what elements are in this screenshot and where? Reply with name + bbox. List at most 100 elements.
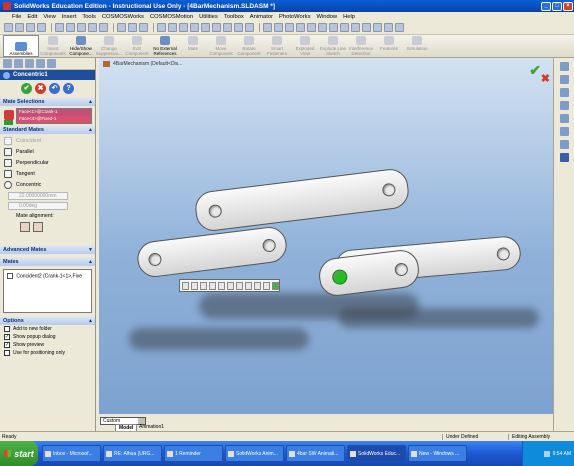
menu-animator[interactable]: Animator xyxy=(250,14,273,20)
open-icon[interactable] xyxy=(15,23,24,32)
checkbox[interactable] xyxy=(4,326,10,332)
cosmos-manager-tab-icon[interactable] xyxy=(36,59,45,68)
start-button[interactable]: start xyxy=(0,441,38,466)
checkbox-checked[interactable]: ✓ xyxy=(4,334,10,340)
configuration-manager-tab-icon[interactable] xyxy=(25,59,34,68)
photoworks-icon[interactable] xyxy=(329,23,338,32)
menu-utilities[interactable]: Utilities xyxy=(199,14,218,20)
simulation-button[interactable]: Simulation xyxy=(403,35,431,57)
flyout-feature-tree[interactable]: 4BarMechanism (Default<Dis... xyxy=(103,61,182,67)
property-manager-tab-icon[interactable] xyxy=(14,59,23,68)
checkbox[interactable] xyxy=(4,350,10,356)
tray-icon[interactable] xyxy=(543,450,550,457)
tab-animation1[interactable]: Animation1 xyxy=(139,424,164,430)
exploded-view-button[interactable]: Exploded View xyxy=(291,35,319,57)
options-header[interactable]: Options ▲ xyxy=(0,317,95,325)
crank-part[interactable] xyxy=(317,248,421,298)
material-icon[interactable] xyxy=(351,23,360,32)
save-icon[interactable] xyxy=(26,23,35,32)
checkbox-checked[interactable]: ✓ xyxy=(4,342,10,348)
rotate-view-icon[interactable] xyxy=(190,23,199,32)
popup-distance-icon[interactable] xyxy=(227,281,234,290)
mate-parallel[interactable]: Parallel xyxy=(4,146,95,157)
confirm-cancel-icon[interactable]: ✖ xyxy=(541,72,550,85)
animation-wizard-icon[interactable] xyxy=(296,23,305,32)
paste-icon[interactable] xyxy=(77,23,86,32)
cosmos-icon[interactable] xyxy=(384,23,393,32)
new-icon[interactable] xyxy=(4,23,13,32)
decal-icon[interactable] xyxy=(373,23,382,32)
graphics-area[interactable]: 4BarMechanism (Default<Dis... ✔ ✖ xyxy=(99,58,553,414)
task-email[interactable]: RE: Alhua (URG... xyxy=(103,445,162,462)
distance-field[interactable]: 22.00000000mm xyxy=(8,191,95,200)
mate-concentric[interactable]: Concentric xyxy=(4,179,95,190)
solidworks-resources-icon[interactable] xyxy=(560,62,569,71)
option-add-to-new-folder[interactable]: Add to new folder xyxy=(0,325,95,333)
mate-entry[interactable]: Concident2 (Crank-1<1>,Fixe xyxy=(16,273,82,279)
motion-icon[interactable] xyxy=(307,23,316,32)
menu-window[interactable]: Window xyxy=(316,14,337,20)
custom-properties-icon[interactable] xyxy=(560,140,569,149)
options-icon[interactable] xyxy=(128,23,137,32)
popup-lock-icon[interactable] xyxy=(218,281,225,290)
popup-tangent-icon[interactable] xyxy=(200,281,207,290)
undo-icon[interactable] xyxy=(88,23,97,32)
selection-item[interactable]: Face<4>@Fixed-1 xyxy=(17,116,91,123)
render-icon[interactable] xyxy=(340,23,349,32)
menu-tools[interactable]: Tools xyxy=(82,14,96,20)
angle-field[interactable]: 0.00deg xyxy=(8,201,95,210)
menu-cosmosworks[interactable]: COSMOSWorks xyxy=(102,14,144,20)
mates-header[interactable]: Mates ▲ xyxy=(0,258,95,266)
copy-icon[interactable] xyxy=(66,23,75,32)
option-show-popup-dialog[interactable]: ✓ Show popup dialog xyxy=(0,333,95,341)
task-outlook-inbox[interactable]: Inbox - Microsof... xyxy=(42,445,101,462)
scene-icon[interactable] xyxy=(362,23,371,32)
selection-item[interactable]: Face<1>@Crank-1 xyxy=(17,109,91,116)
play-icon[interactable] xyxy=(263,23,272,32)
rotate-component-button[interactable]: Rotate Component xyxy=(235,35,263,57)
cut-icon[interactable] xyxy=(55,23,64,32)
maximize-button[interactable]: □ xyxy=(552,1,562,11)
zoom-area-icon[interactable] xyxy=(168,23,177,32)
hide-show-components-button[interactable]: Hide/Show Compone... xyxy=(67,35,95,57)
no-external-references-button[interactable]: No External References xyxy=(151,35,179,57)
menu-cosmosmotion[interactable]: COSMOSMotion xyxy=(150,14,193,20)
popup-concentric-icon[interactable] xyxy=(209,281,216,290)
appearances-icon[interactable] xyxy=(560,127,569,136)
redo-icon[interactable] xyxy=(99,23,108,32)
mate-coincident[interactable]: Coincident xyxy=(4,135,95,146)
assemblies-tab[interactable]: Assemblies xyxy=(3,35,39,57)
collapse-arrow-icon[interactable] xyxy=(560,153,569,162)
popup-perpendicular-icon[interactable] xyxy=(191,281,198,290)
zoom-icon[interactable] xyxy=(179,23,188,32)
popup-anti-aligned-icon[interactable] xyxy=(254,281,261,290)
option-use-for-positioning-only[interactable]: Use for positioning only xyxy=(0,349,95,357)
popup-angle-icon[interactable] xyxy=(236,281,243,290)
explode-line-sketch-button[interactable]: Explode Line Sketch xyxy=(319,35,347,57)
edit-component-button[interactable]: Edit Component xyxy=(123,35,151,57)
menu-view[interactable]: View xyxy=(43,14,55,20)
menu-photoworks[interactable]: PhotoWorks xyxy=(279,14,310,20)
distance-value[interactable]: 22.00000000mm xyxy=(8,191,68,200)
minimize-button[interactable]: _ xyxy=(541,1,551,11)
popup-undo-icon[interactable] xyxy=(263,281,270,290)
task-solidworks-anim[interactable]: SolidWorks Anim... xyxy=(225,445,284,462)
mate-selections-header[interactable]: Mate Selections ▲ xyxy=(0,98,95,106)
move-component-button[interactable]: Move Component xyxy=(207,35,235,57)
undo-button[interactable]: ↶ xyxy=(49,82,60,94)
task-reminder[interactable]: 1 Reminder xyxy=(164,445,223,462)
angle-value[interactable]: 0.00deg xyxy=(8,201,68,210)
link-part[interactable] xyxy=(193,167,411,233)
close-button[interactable]: × xyxy=(563,1,573,11)
standard-mates-header[interactable]: Standard Mates ▲ xyxy=(0,126,95,134)
menu-insert[interactable]: Insert xyxy=(62,14,77,20)
task-new-window[interactable]: New - Windows ... xyxy=(408,445,467,462)
cancel-button[interactable]: ✖ xyxy=(35,82,46,94)
change-suppression-button[interactable]: Change Suppressio... xyxy=(95,35,123,57)
mate-perpendicular[interactable]: Perpendicular xyxy=(4,157,95,168)
popup-aligned-icon[interactable] xyxy=(245,281,252,290)
mate-button[interactable]: Mate xyxy=(179,35,207,57)
record-icon[interactable] xyxy=(285,23,294,32)
interference-detection-button[interactable]: Interference Detection xyxy=(347,35,375,57)
sensor-icon[interactable] xyxy=(318,23,327,32)
